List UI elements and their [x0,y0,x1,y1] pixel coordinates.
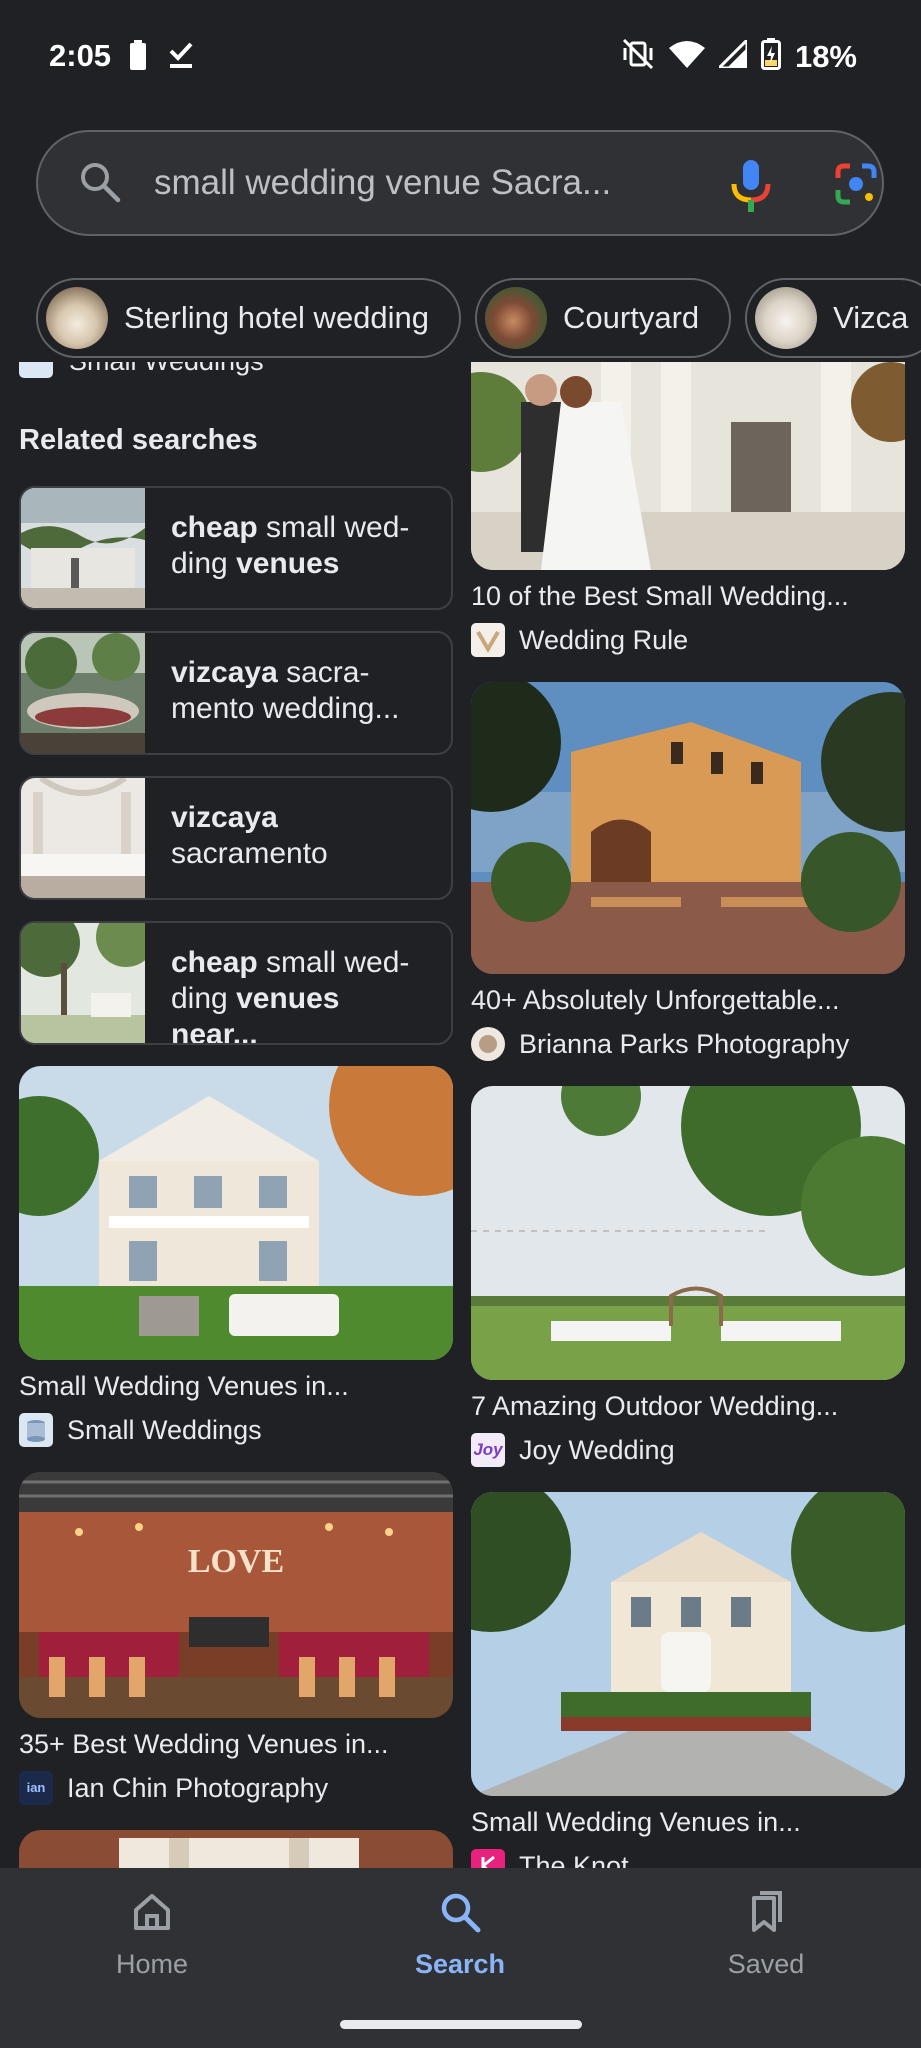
related-search-item[interactable]: cheap small wed-ding venues near... [19,921,453,1045]
chip-thumbnail [755,287,818,349]
battery-percentage: 18% [794,38,857,74]
related-searches-heading: Related searches [19,424,258,456]
related-search-item[interactable]: vizcaya sacramento [19,776,453,900]
battery-saver-icon [130,40,146,75]
result-title: 40+ Absolutely Unforgettable... [471,985,840,1015]
site-favicon [471,1027,505,1061]
result-title: Small Wedding Venues in... [471,1807,801,1837]
status-bar: 2:05 18% [0,0,921,112]
vibrate-off-icon [621,38,655,75]
result-image [19,1066,453,1360]
related-search-item[interactable]: cheap small wed-ding venues [19,486,453,610]
search-icon [360,1890,560,1941]
home-icon [52,1890,252,1941]
mic-icon[interactable] [728,158,774,219]
image-result-card[interactable]: 40+ Absolutely Unforgettable... Brianna … [471,682,905,1062]
result-image [471,1492,905,1796]
image-results: Small Weddings Related searches cheap sm… [0,362,921,1868]
home-indicator[interactable] [340,2020,582,2029]
site-favicon [471,1849,505,1868]
result-image: LOVE [19,1472,453,1718]
related-thumbnail [21,923,156,1043]
image-result-card[interactable]: 10 of the Best Small Wedding... Wedding … [471,362,905,658]
result-source: ian Ian Chin Photography [19,1770,453,1806]
nav-saved[interactable]: Saved [666,1890,866,1980]
result-image [19,1830,453,1868]
chip-thumbnail [485,287,548,349]
related-search-item[interactable]: vizcaya sacra-mento wedding... [19,631,453,755]
related-thumbnail [21,488,145,608]
download-done-icon [168,41,194,74]
related-thumbnail [21,633,145,753]
svg-text:LOVE: LOVE [188,1543,284,1580]
related-searches-list: cheap small wed-ding venues vizcaya sacr… [19,486,453,1066]
result-title: 35+ Best Wedding Venues in... [19,1729,389,1759]
result-source: Joy Joy Wedding [471,1432,905,1468]
image-result-card[interactable]: 7 Amazing Outdoor Wedding... Joy Joy Wed… [471,1086,905,1468]
nav-home[interactable]: Home [52,1890,252,1980]
cell-signal-icon [715,36,749,73]
search-input[interactable]: small wedding venue Sacra... [154,154,684,212]
result-image [471,1086,905,1380]
chip-sterling-hotel-wedding[interactable]: Sterling hotel wedding [36,278,462,358]
result-title: Small Wedding Venues in... [19,1371,349,1401]
result-image [471,362,905,570]
wifi-icon [668,40,705,73]
search-icon [78,160,122,209]
result-title: 7 Amazing Outdoor Wedding... [471,1391,839,1421]
google-search-images-screen: 2:05 18% small wedding venue Sacra... St… [0,0,921,2048]
image-result-card[interactable]: Small Wedding Venues in... Small Wedding… [19,1066,453,1448]
peek-source[interactable]: Small Weddings [19,362,264,378]
image-result-card[interactable]: Small Wedding Venues in... The Knot [471,1492,905,1868]
google-lens-icon[interactable] [834,162,878,211]
chip-courtyard[interactable]: Courtyard [475,278,732,358]
saved-collections-icon [666,1890,866,1941]
suggestion-chips: Sterling hotel wedding Courtyard Vizca [36,278,921,360]
chip-thumbnail [46,287,108,349]
image-result-card[interactable]: LOVE 35+ Best Wedding Venues in... ian I… [19,1472,453,1806]
result-image [471,682,905,974]
site-favicon [19,362,53,378]
result-source: The Knot [471,1848,905,1868]
result-source: Small Weddings [19,1412,453,1448]
site-favicon [19,1413,53,1447]
battery-charging-icon [760,38,781,75]
site-favicon: ian [19,1771,53,1805]
search-bar[interactable]: small wedding venue Sacra... [36,130,884,236]
nav-search[interactable]: Search [360,1890,560,1980]
image-result-card[interactable] [19,1830,453,1868]
result-title: 10 of the Best Small Wedding... [471,581,849,611]
result-source: Wedding Rule [471,622,905,658]
status-time: 2:05 [49,38,112,73]
chip-vizcaya[interactable]: Vizca [745,278,921,358]
result-source: Brianna Parks Photography [471,1026,905,1062]
bottom-navigation: Home Search Saved [0,1868,921,2048]
related-thumbnail [21,778,145,898]
site-favicon: Joy [471,1433,505,1467]
site-favicon [471,623,505,657]
